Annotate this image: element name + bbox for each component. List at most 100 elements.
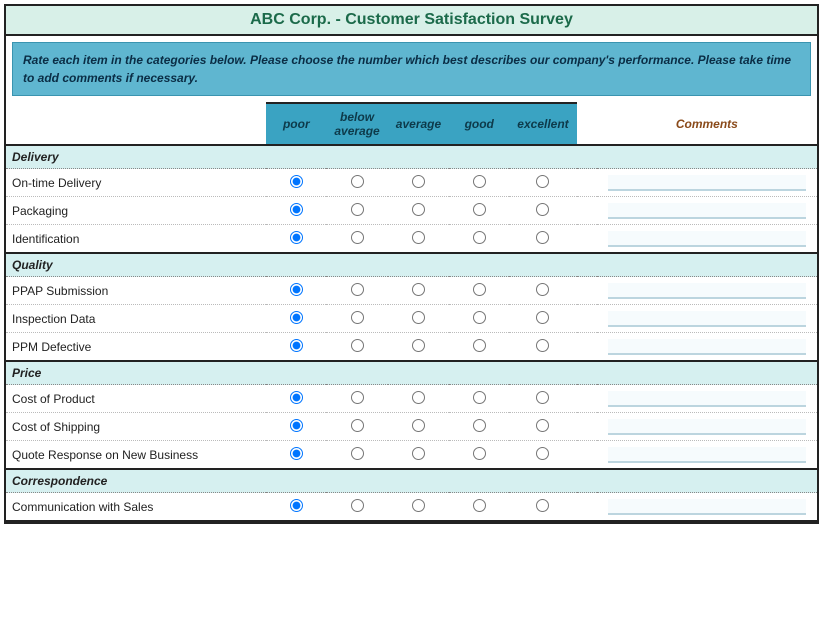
section-label: Price: [6, 361, 817, 385]
rating-radio[interactable]: [351, 311, 364, 324]
rating-radio[interactable]: [351, 499, 364, 512]
comment-input[interactable]: [608, 283, 806, 299]
item-label: PPM Defective: [6, 333, 266, 362]
rating-header-good: good: [449, 103, 509, 145]
rating-radio[interactable]: [412, 447, 425, 460]
rating-header-poor: poor: [266, 103, 326, 145]
survey-instructions: Rate each item in the categories below. …: [12, 42, 811, 96]
rating-header-excellent: excellent: [509, 103, 576, 145]
rating-radio[interactable]: [290, 231, 303, 244]
rating-radio[interactable]: [290, 175, 303, 188]
section-label: Quality: [6, 253, 817, 277]
rating-radio[interactable]: [473, 447, 486, 460]
rating-radio[interactable]: [290, 311, 303, 324]
survey-title: ABC Corp. - Customer Satisfaction Survey: [6, 6, 817, 36]
item-label: On-time Delivery: [6, 169, 266, 197]
rating-radio[interactable]: [412, 339, 425, 352]
rating-radio[interactable]: [290, 391, 303, 404]
rating-radio[interactable]: [351, 339, 364, 352]
rating-radio[interactable]: [412, 391, 425, 404]
rating-radio[interactable]: [290, 283, 303, 296]
header-spacer: [577, 103, 597, 145]
rating-radio[interactable]: [473, 419, 486, 432]
comment-input[interactable]: [608, 447, 806, 463]
rating-radio[interactable]: [412, 499, 425, 512]
table-row: PPAP Submission: [6, 277, 817, 305]
item-label: Inspection Data: [6, 305, 266, 333]
ratings-header-row: poor below average average good excellen…: [6, 103, 817, 145]
table-row: Cost of Product: [6, 385, 817, 413]
table-row: Inspection Data: [6, 305, 817, 333]
comment-input[interactable]: [608, 175, 806, 191]
section-row-price: Price: [6, 361, 817, 385]
rating-radio[interactable]: [536, 283, 549, 296]
rating-radio[interactable]: [290, 499, 303, 512]
rating-radio[interactable]: [412, 175, 425, 188]
rating-radio[interactable]: [412, 203, 425, 216]
item-label: Quote Response on New Business: [6, 441, 266, 470]
rating-radio[interactable]: [473, 311, 486, 324]
header-label-blank: [6, 103, 266, 145]
rating-radio[interactable]: [536, 391, 549, 404]
section-row-quality: Quality: [6, 253, 817, 277]
item-label: Packaging: [6, 197, 266, 225]
rating-radio[interactable]: [351, 203, 364, 216]
rating-radio[interactable]: [536, 339, 549, 352]
table-row: Quote Response on New Business: [6, 441, 817, 470]
rating-radio[interactable]: [290, 203, 303, 216]
rating-radio[interactable]: [473, 231, 486, 244]
rating-radio[interactable]: [473, 175, 486, 188]
rating-radio[interactable]: [536, 231, 549, 244]
rating-radio[interactable]: [473, 499, 486, 512]
comment-input[interactable]: [608, 203, 806, 219]
section-label: Correspondence: [6, 469, 817, 493]
rating-radio[interactable]: [536, 175, 549, 188]
item-label: Cost of Shipping: [6, 413, 266, 441]
table-row: Packaging: [6, 197, 817, 225]
table-row: Cost of Shipping: [6, 413, 817, 441]
comment-input[interactable]: [608, 419, 806, 435]
rating-radio[interactable]: [412, 311, 425, 324]
rating-radio[interactable]: [412, 419, 425, 432]
rating-radio[interactable]: [536, 447, 549, 460]
rating-radio[interactable]: [351, 231, 364, 244]
rating-radio[interactable]: [473, 339, 486, 352]
comments-header: Comments: [597, 103, 817, 145]
table-row: Communication with Sales: [6, 493, 817, 522]
comment-input[interactable]: [608, 499, 806, 515]
item-label: PPAP Submission: [6, 277, 266, 305]
comment-input[interactable]: [608, 231, 806, 247]
rating-header-average: average: [388, 103, 449, 145]
table-row: Identification: [6, 225, 817, 254]
rating-radio[interactable]: [536, 499, 549, 512]
rating-radio[interactable]: [351, 419, 364, 432]
rating-radio[interactable]: [290, 447, 303, 460]
comment-input[interactable]: [608, 311, 806, 327]
rating-radio[interactable]: [351, 175, 364, 188]
rating-radio[interactable]: [351, 283, 364, 296]
section-row-delivery: Delivery: [6, 145, 817, 169]
rating-header-below-average: below average: [326, 103, 387, 145]
comment-input[interactable]: [608, 339, 806, 355]
rating-radio[interactable]: [351, 391, 364, 404]
rating-radio[interactable]: [473, 283, 486, 296]
rating-radio[interactable]: [536, 419, 549, 432]
rating-radio[interactable]: [473, 203, 486, 216]
item-label: Cost of Product: [6, 385, 266, 413]
item-label: Identification: [6, 225, 266, 254]
rating-radio[interactable]: [351, 447, 364, 460]
rating-radio[interactable]: [290, 339, 303, 352]
section-label: Delivery: [6, 145, 817, 169]
table-row: PPM Defective: [6, 333, 817, 362]
rating-radio[interactable]: [412, 231, 425, 244]
rating-radio[interactable]: [536, 203, 549, 216]
rating-radio[interactable]: [412, 283, 425, 296]
comment-input[interactable]: [608, 391, 806, 407]
survey-frame: ABC Corp. - Customer Satisfaction Survey…: [4, 4, 819, 524]
rating-radio[interactable]: [536, 311, 549, 324]
table-row: On-time Delivery: [6, 169, 817, 197]
survey-table: poor below average average good excellen…: [6, 102, 817, 522]
section-row-correspondence: Correspondence: [6, 469, 817, 493]
rating-radio[interactable]: [473, 391, 486, 404]
rating-radio[interactable]: [290, 419, 303, 432]
